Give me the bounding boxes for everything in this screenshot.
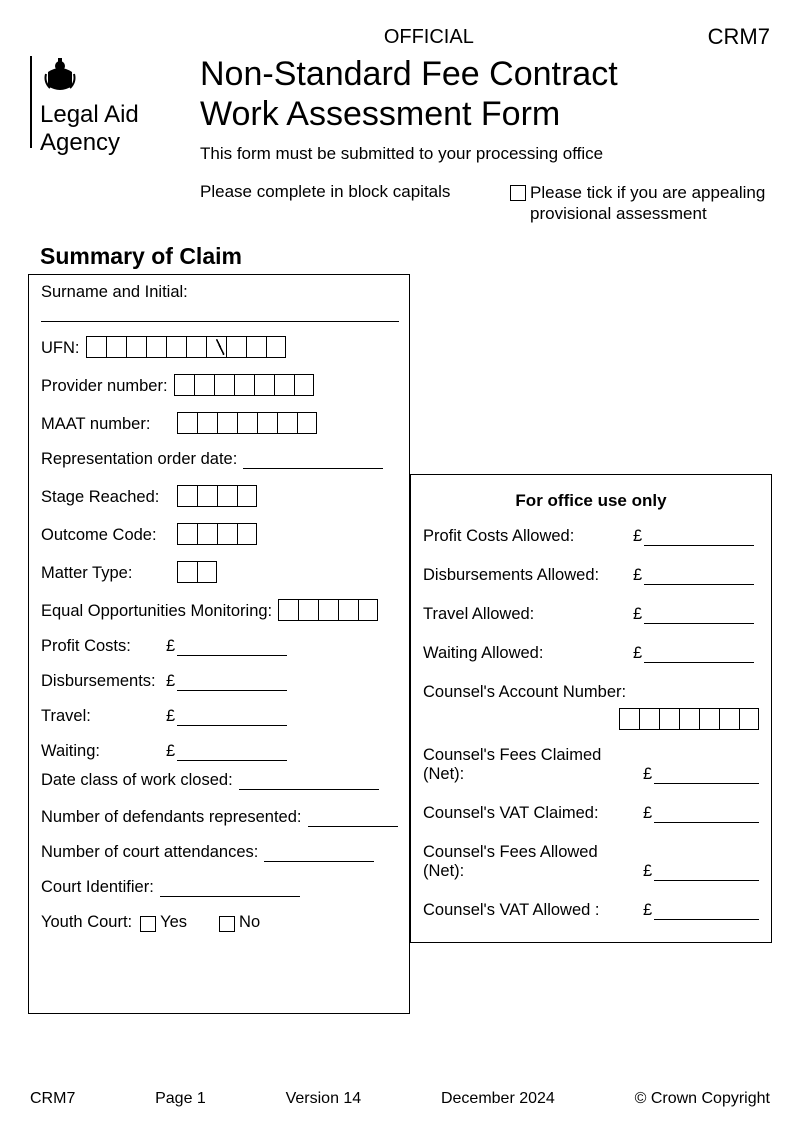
summary-of-claim-box: Surname and Initial: UFN: Provider numbe… (28, 274, 410, 1014)
counsel-acct-input[interactable] (619, 708, 759, 730)
surname-label: Surname and Initial: (41, 283, 399, 302)
date-closed-input[interactable] (239, 772, 379, 790)
footer-form-code: CRM7 (30, 1090, 75, 1108)
rep-order-input[interactable] (243, 451, 383, 469)
counsel-acct-label: Counsel's Account Number: (423, 683, 759, 702)
classification-label: OFFICIAL (150, 26, 708, 49)
stage-input[interactable] (177, 485, 257, 507)
travel-allowed-label: Travel Allowed: (423, 605, 633, 624)
agency-logo-block: Legal Aid Agency (30, 54, 200, 225)
court-id-label: Court Identifier: (41, 878, 154, 897)
footer-copyright: © Crown Copyright (635, 1090, 770, 1108)
pound-symbol: £ (643, 862, 652, 881)
form-subtitle: This form must be submitted to your proc… (200, 144, 770, 164)
pound-symbol: £ (166, 707, 175, 726)
waiting-input[interactable] (177, 743, 287, 761)
page-footer: CRM7 Page 1 Version 14 December 2024 © C… (30, 1090, 770, 1108)
travel-input[interactable] (177, 708, 287, 726)
disb-allowed-input[interactable] (644, 567, 754, 585)
appeal-label: Please tick if you are appealing provisi… (530, 182, 770, 225)
agency-name-line1: Legal Aid (40, 101, 139, 129)
eom-label: Equal Opportunities Monitoring: (41, 602, 272, 621)
pound-symbol: £ (643, 765, 652, 784)
profit-costs-label: Profit Costs: (41, 637, 166, 656)
maat-input[interactable] (177, 412, 317, 434)
pound-symbol: £ (643, 901, 652, 920)
disb-allowed-label: Disbursements Allowed: (423, 566, 633, 585)
pound-symbol: £ (166, 672, 175, 691)
num-court-label: Number of court attendances: (41, 843, 258, 862)
waiting-label: Waiting: (41, 742, 166, 761)
outcome-input[interactable] (177, 523, 257, 545)
travel-label: Travel: (41, 707, 166, 726)
num-court-input[interactable] (264, 844, 374, 862)
rep-order-label: Representation order date: (41, 450, 237, 469)
num-defendants-label: Number of defendants represented: (41, 808, 302, 827)
youth-court-label: Youth Court: (41, 913, 132, 932)
eom-input[interactable] (278, 599, 378, 621)
office-use-title: For office use only (423, 491, 759, 511)
pound-symbol: £ (633, 527, 642, 546)
agency-name-line2: Agency (40, 129, 139, 157)
provider-label: Provider number: (41, 377, 168, 396)
header-row: OFFICIAL CRM7 (30, 24, 770, 50)
waiting-allowed-input[interactable] (644, 645, 754, 663)
stage-label: Stage Reached: (41, 488, 171, 507)
counsel-fees-claimed-input[interactable] (654, 766, 759, 784)
royal-crest-icon (40, 54, 80, 94)
footer-version: Version 14 (286, 1090, 362, 1108)
maat-label: MAAT number: (41, 415, 171, 434)
counsel-fees-allowed-input[interactable] (654, 863, 759, 881)
form-title: Non-Standard Fee Contract Work Assessmen… (200, 54, 770, 134)
ufn-label: UFN: (41, 339, 80, 358)
office-use-box: For office use only Profit Costs Allowed… (410, 474, 772, 943)
counsel-fees-claimed-label: Counsel's Fees Claimed (Net): (423, 746, 643, 784)
disbursements-input[interactable] (177, 673, 287, 691)
provider-input[interactable] (174, 374, 314, 396)
surname-input[interactable] (41, 308, 399, 322)
profit-costs-input[interactable] (177, 638, 287, 656)
no-label: No (239, 913, 260, 932)
section-title-summary: Summary of Claim (40, 243, 800, 270)
waiting-allowed-label: Waiting Allowed: (423, 644, 633, 663)
counsel-fees-allowed-label: Counsel's Fees Allowed (Net): (423, 843, 643, 881)
pound-symbol: £ (166, 637, 175, 656)
pound-symbol: £ (633, 566, 642, 585)
court-id-input[interactable] (160, 879, 300, 897)
travel-allowed-input[interactable] (644, 606, 754, 624)
num-defendants-input[interactable] (308, 809, 398, 827)
date-closed-label: Date class of work closed: (41, 771, 233, 790)
youth-yes-checkbox[interactable] (140, 916, 156, 932)
pound-symbol: £ (166, 742, 175, 761)
profit-allowed-input[interactable] (644, 528, 754, 546)
form-code-top: CRM7 (708, 24, 770, 50)
pound-symbol: £ (643, 804, 652, 823)
pound-symbol: £ (633, 605, 642, 624)
disbursements-label: Disbursements: (41, 672, 166, 691)
counsel-vat-claimed-input[interactable] (654, 805, 759, 823)
profit-allowed-label: Profit Costs Allowed: (423, 527, 633, 546)
youth-no-checkbox[interactable] (219, 916, 235, 932)
appeal-checkbox[interactable] (510, 185, 526, 201)
yes-label: Yes (160, 913, 187, 932)
matter-input[interactable] (177, 561, 217, 583)
pound-symbol: £ (633, 644, 642, 663)
outcome-label: Outcome Code: (41, 526, 171, 545)
footer-date: December 2024 (441, 1090, 555, 1108)
counsel-vat-allowed-label: Counsel's VAT Allowed : (423, 901, 643, 920)
matter-label: Matter Type: (41, 564, 171, 583)
instruction-block-capitals: Please complete in block capitals (200, 182, 510, 225)
counsel-vat-claimed-label: Counsel's VAT Claimed: (423, 804, 643, 823)
counsel-vat-allowed-input[interactable] (654, 902, 759, 920)
footer-page: Page 1 (155, 1090, 206, 1108)
ufn-input[interactable] (86, 336, 286, 358)
